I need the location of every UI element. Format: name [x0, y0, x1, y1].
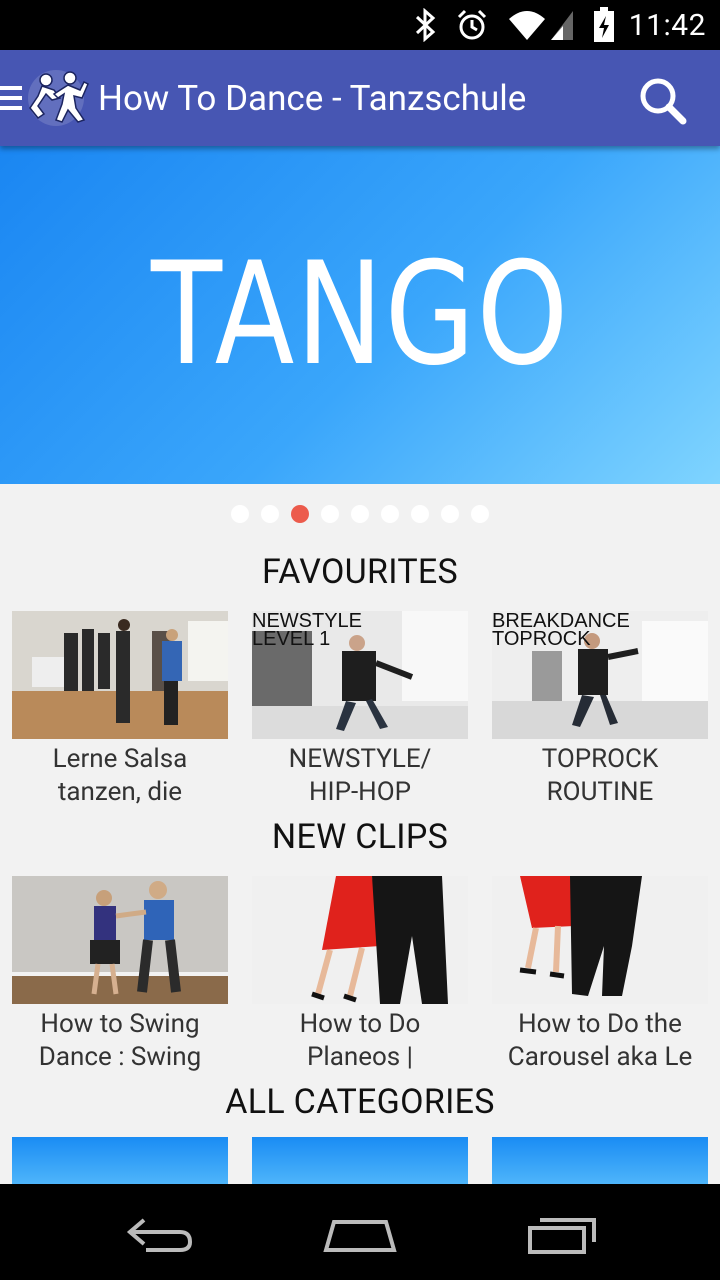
carousel-dot[interactable] [471, 505, 489, 523]
card-title-line: Carousel aka Le [507, 1042, 693, 1072]
hero-title: TANGO [150, 232, 570, 397]
carousel-dot-active[interactable] [291, 505, 309, 523]
search-icon[interactable] [636, 74, 690, 128]
video-thumbnail[interactable] [12, 876, 228, 1004]
wifi-icon [507, 9, 547, 41]
favourites-heading: FAVOURITES [261, 552, 459, 592]
carousel-dot[interactable] [381, 505, 399, 523]
video-thumbnail[interactable] [12, 611, 228, 739]
video-thumbnail[interactable]: NEWSTYLE LEVEL 1 [252, 611, 468, 739]
card-title-line: tanzen, die [57, 777, 183, 807]
all-categories-heading: ALL CATEGORIES [225, 1082, 495, 1122]
system-navigation-bar [0, 1184, 720, 1280]
video-thumbnail[interactable] [252, 876, 468, 1004]
card-title-line: How to Do the [518, 1009, 682, 1039]
dancing-couple-logo-icon[interactable] [24, 68, 90, 128]
card-title-line: HIP-HOP [308, 777, 412, 807]
clip-card[interactable]: How to Do the Carousel aka Le [492, 876, 708, 1074]
home-icon[interactable] [310, 1198, 410, 1268]
clip-card[interactable]: How to Swing Dance : Swing [12, 876, 228, 1074]
video-thumbnail[interactable] [492, 876, 708, 1004]
hero-banner[interactable]: TANGO [0, 146, 720, 484]
carousel-dot[interactable] [351, 505, 369, 523]
card-title-line: NEWSTYLE/ [288, 744, 432, 774]
recent-apps-icon[interactable] [510, 1198, 610, 1268]
clip-card[interactable]: How to Do Planeos | [252, 876, 468, 1074]
back-icon[interactable] [110, 1198, 210, 1268]
bluetooth-icon [413, 8, 437, 42]
app-toolbar: How To Dance - Tanzschule [0, 50, 720, 146]
hamburger-menu-icon[interactable] [0, 86, 22, 112]
card-title-line: ROUTINE [546, 777, 654, 807]
thumbnail-overlay-text: LEVEL 1 [252, 628, 330, 650]
carousel-dot[interactable] [261, 505, 279, 523]
card-title-line: How to Swing [40, 1009, 200, 1039]
thumbnail-overlay-text: TOPROCK [492, 628, 591, 650]
carousel-dot[interactable] [321, 505, 339, 523]
alarm-icon [455, 8, 489, 42]
video-thumbnail[interactable]: BREAKDANCE TOPROCK [492, 611, 708, 739]
carousel-dot[interactable] [411, 505, 429, 523]
card-title-line: Planeos | [306, 1042, 414, 1072]
favourite-card[interactable]: NEWSTYLE LEVEL 1 NEWSTYLE/ HIP-HOP [252, 611, 468, 809]
card-title-line: Lerne Salsa [52, 744, 188, 774]
carousel-indicator [0, 505, 720, 525]
card-title-line: How to Do [299, 1009, 421, 1039]
card-title-line: TOPROCK [541, 744, 659, 774]
battery-icon [593, 7, 615, 43]
carousel-dot[interactable] [231, 505, 249, 523]
app-title: How To Dance - Tanzschule [98, 78, 527, 119]
favourite-card[interactable]: BREAKDANCE TOPROCK TOPROCK ROUTINE [492, 611, 708, 809]
new-clips-heading: NEW CLIPS [271, 817, 449, 857]
signal-icon [549, 9, 575, 41]
card-title-line: Dance : Swing [38, 1042, 202, 1072]
carousel-dot[interactable] [441, 505, 459, 523]
favourite-card[interactable]: Lerne Salsa tanzen, die [12, 611, 228, 809]
status-time: 11:42 [628, 7, 706, 43]
status-bar: 11:42 [0, 0, 720, 50]
